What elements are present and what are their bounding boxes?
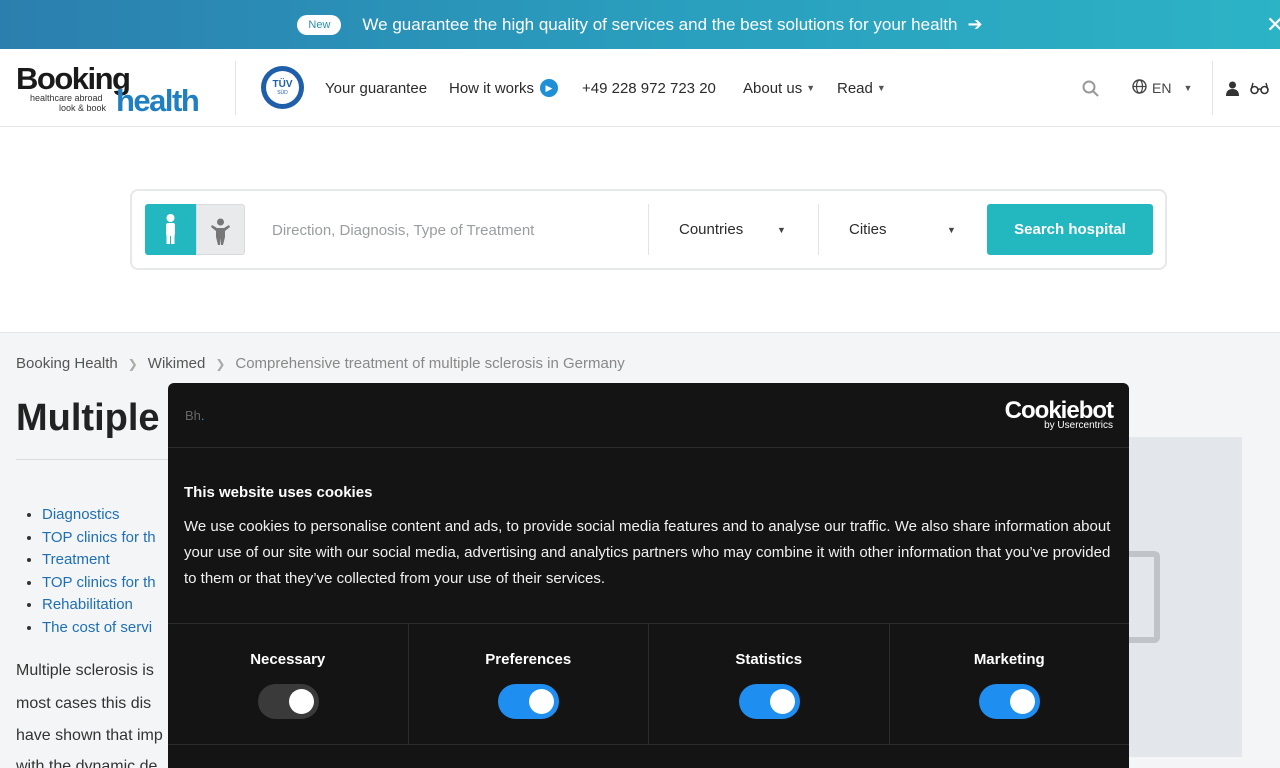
- necessary-toggle[interactable]: [257, 684, 319, 719]
- chevron-right-icon: ❯: [215, 356, 226, 371]
- nav-about-label: About us: [743, 79, 803, 97]
- chevron-down-icon: ▼: [806, 83, 816, 93]
- user-icon[interactable]: [1226, 49, 1239, 127]
- toc-item[interactable]: The cost of servi: [42, 617, 156, 640]
- child-icon: [211, 218, 230, 245]
- toc-link[interactable]: TOP clinics for th: [42, 574, 156, 591]
- new-badge: New: [297, 14, 342, 35]
- statistics-toggle[interactable]: [738, 684, 800, 719]
- category-necessary: Necessary: [168, 623, 409, 744]
- adult-icon: [166, 214, 175, 244]
- toc-link[interactable]: TOP clinics for th: [42, 529, 156, 546]
- language-selector[interactable]: EN ▼: [1132, 49, 1192, 127]
- adult-toggle[interactable]: [145, 204, 196, 255]
- marketing-toggle[interactable]: [979, 684, 1041, 719]
- chevron-down-icon: ▼: [777, 224, 786, 235]
- logo-booking-text: Booking: [16, 61, 131, 96]
- site-header: Booking healthcare abroad look & book he…: [0, 49, 1280, 127]
- category-preferences: Preferences: [409, 623, 649, 744]
- tuv-sub-text: SÜD: [277, 90, 288, 96]
- toc-item[interactable]: Diagnostics: [42, 504, 156, 527]
- nav-read[interactable]: Read ▼: [837, 49, 886, 127]
- cookie-categories: Necessary Preferences Statistics Marketi…: [168, 623, 1129, 744]
- toc-link[interactable]: Treatment: [42, 551, 110, 568]
- site-logo-small: Bh.: [185, 408, 205, 423]
- tuv-main-text: TÜV: [272, 79, 293, 90]
- arrow-right-icon[interactable]: ➔: [967, 14, 982, 35]
- article-text-line: most cases this dis: [16, 695, 152, 712]
- category-marketing: Marketing: [890, 623, 1130, 744]
- site-logo-dot: .: [200, 408, 205, 423]
- nav-guarantee-label: Your guarantee: [325, 79, 428, 97]
- cities-select[interactable]: Cities ▼: [819, 204, 979, 255]
- cookiebot-logo[interactable]: Cookiebot by Usercentrics: [1005, 397, 1114, 431]
- breadcrumb-item-home[interactable]: Booking Health: [16, 355, 118, 372]
- category-label: Necessary: [250, 651, 326, 668]
- nav-read-label: Read: [837, 79, 873, 97]
- cookie-heading: This website uses cookies: [184, 484, 373, 501]
- article-text-line: with the dynamic de: [16, 758, 158, 768]
- category-label: Statistics: [735, 651, 803, 668]
- breadcrumb: Booking Health ❯ Wikimed ❯ Comprehensive…: [16, 355, 625, 372]
- logo[interactable]: Booking healthcare abroad look & book he…: [16, 61, 206, 118]
- toc-item[interactable]: TOP clinics for th: [42, 527, 156, 550]
- dialog-divider: [168, 447, 1129, 448]
- language-code: EN: [1152, 80, 1172, 96]
- child-toggle[interactable]: [196, 204, 245, 255]
- countries-select[interactable]: Countries ▼: [649, 204, 819, 255]
- logo-tagline-1: healthcare abroad: [30, 93, 103, 103]
- table-of-contents: Diagnostics TOP clinics for th Treatment…: [42, 504, 156, 639]
- category-statistics: Statistics: [649, 623, 890, 744]
- tuv-badge[interactable]: TÜV SÜD: [261, 66, 304, 109]
- hospital-search-form: Countries ▼ Cities ▼ Search hospital: [130, 189, 1167, 270]
- search-hospital-button[interactable]: Search hospital: [987, 204, 1153, 255]
- close-icon[interactable]: ✕: [1266, 12, 1280, 38]
- logo-tagline-2: look & book: [59, 103, 107, 113]
- article-text-line: have shown that imp: [16, 727, 163, 744]
- nav-phone[interactable]: +49 228 972 723 20: [582, 49, 716, 127]
- search-input[interactable]: [272, 213, 632, 247]
- nav-guarantee[interactable]: Your guarantee: [325, 49, 427, 127]
- toc-link[interactable]: Rehabilitation: [42, 596, 133, 613]
- site-logo-letters: Bh: [185, 408, 201, 423]
- category-label: Marketing: [973, 651, 1045, 668]
- glasses-icon[interactable]: [1250, 49, 1269, 127]
- countries-label: Countries: [679, 221, 744, 238]
- breadcrumb-item-wikimed[interactable]: Wikimed: [148, 355, 206, 372]
- banner-text[interactable]: We guarantee the high quality of service…: [362, 15, 957, 35]
- article-text-line: Multiple sclerosis is: [16, 662, 154, 679]
- toc-item[interactable]: Treatment: [42, 549, 156, 572]
- promo-banner: New We guarantee the high quality of ser…: [0, 0, 1280, 49]
- globe-icon: [1132, 79, 1147, 97]
- cities-label: Cities: [849, 221, 887, 238]
- play-icon: ▶: [540, 79, 559, 97]
- cookie-consent-dialog: Bh. Cookiebot by Usercentrics This websi…: [168, 383, 1129, 768]
- chevron-right-icon: ❯: [127, 356, 138, 371]
- phone-number: +49 228 972 723 20: [582, 79, 716, 97]
- breadcrumb-item-current: Comprehensive treatment of multiple scle…: [235, 355, 625, 372]
- header-divider: [235, 61, 236, 115]
- toc-link[interactable]: Diagnostics: [42, 506, 120, 523]
- toc-item[interactable]: Rehabilitation: [42, 594, 156, 617]
- logo-health-text: health: [116, 83, 200, 118]
- chevron-down-icon: ▼: [1183, 83, 1193, 93]
- header-divider: [1212, 61, 1213, 115]
- search-icon[interactable]: [1082, 49, 1099, 127]
- category-label: Preferences: [485, 651, 572, 668]
- title-divider: [16, 459, 176, 460]
- cookie-description: We use cookies to personalise content an…: [184, 518, 1111, 587]
- nav-how-it-works[interactable]: How it works ▶: [449, 49, 559, 127]
- page-title: Multiple s: [16, 397, 192, 439]
- nav-about-us[interactable]: About us ▼: [743, 49, 815, 127]
- dialog-divider: [168, 744, 1129, 745]
- toc-item[interactable]: TOP clinics for th: [42, 572, 156, 595]
- chevron-down-icon: ▼: [947, 224, 956, 235]
- nav-how-it-works-label: How it works: [449, 79, 535, 97]
- chevron-down-icon: ▼: [876, 83, 886, 93]
- preferences-toggle[interactable]: [498, 684, 560, 719]
- toc-link[interactable]: The cost of servi: [42, 619, 152, 636]
